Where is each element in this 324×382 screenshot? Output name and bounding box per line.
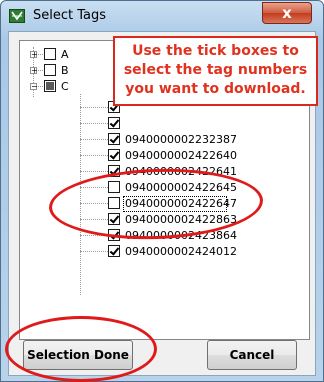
callout-line: Use the tick boxes to <box>132 43 299 59</box>
tag-row[interactable]: 0940000002422863 <box>108 212 298 227</box>
tag-row[interactable]: 0940000002232387 <box>108 132 298 147</box>
tag-app-icon <box>9 9 25 23</box>
tree-line <box>80 251 108 252</box>
tag-checkbox[interactable] <box>108 213 120 225</box>
tag-row[interactable]: 0940000002422641 <box>108 164 298 179</box>
tree-line <box>80 219 108 220</box>
tree-line <box>80 123 108 124</box>
tag-label: 0940000002422641 <box>125 165 237 178</box>
collapse-icon[interactable]: − <box>30 83 38 91</box>
tag-row[interactable]: 0940000002422647 <box>108 196 298 212</box>
cancel-button[interactable]: Cancel <box>207 340 297 370</box>
tree-line <box>80 155 108 156</box>
tag-row[interactable]: 0940000002422640 <box>108 148 298 163</box>
select-tags-window: Select Tags x + A + B − C 09400000022323… <box>0 0 324 382</box>
expand-icon[interactable]: + <box>30 67 38 75</box>
tag-label: 0940000002422863 <box>125 213 237 226</box>
tag-label: 0940000002422645 <box>125 181 237 194</box>
tree-line <box>80 171 108 172</box>
tag-checkbox[interactable] <box>108 197 120 209</box>
tag-checkbox[interactable] <box>108 133 120 145</box>
tag-label: 0940000002423864 <box>125 229 237 242</box>
tag-label: 0940000002422647 <box>125 197 237 210</box>
tag-checkbox[interactable] <box>108 181 120 193</box>
tag-checkbox[interactable] <box>108 229 120 241</box>
group-a-label: A <box>61 48 69 61</box>
group-b-label: B <box>61 64 69 77</box>
tag-label: 0940000002424012 <box>125 245 237 258</box>
expand-icon[interactable]: + <box>30 51 38 59</box>
group-c-label: C <box>61 80 69 93</box>
callout-line: select the tag numbers <box>123 62 308 78</box>
title-bar[interactable]: Select Tags x <box>1 1 323 31</box>
group-a-checkbox[interactable] <box>44 48 56 60</box>
window-title: Select Tags <box>33 8 107 23</box>
group-c-checkbox[interactable] <box>44 80 56 92</box>
close-icon: x <box>282 4 292 22</box>
tree-line <box>80 139 108 140</box>
tag-checkbox[interactable] <box>108 245 120 257</box>
tree-line <box>80 94 81 295</box>
tag-row[interactable]: 0940000002424012 <box>108 244 298 259</box>
selection-done-button[interactable]: Selection Done <box>23 340 133 370</box>
tag-row[interactable] <box>108 116 298 131</box>
tag-label: 0940000002232387 <box>125 133 237 146</box>
tree-line <box>80 187 108 188</box>
tag-row[interactable]: 0940000002423864 <box>108 228 298 243</box>
tree-line <box>80 203 108 204</box>
tag-checkbox[interactable] <box>108 117 120 129</box>
tag-label: 0940000002422640 <box>125 149 237 162</box>
tag-checkbox[interactable] <box>108 149 120 161</box>
instruction-callout: Use the tick boxes to select the tag num… <box>113 36 318 106</box>
group-b-checkbox[interactable] <box>44 64 56 76</box>
tag-checkbox[interactable] <box>108 165 120 177</box>
close-button[interactable]: x <box>262 2 312 24</box>
tree-line <box>80 235 108 236</box>
tag-row[interactable]: 0940000002422645 <box>108 180 298 195</box>
callout-line: you want to download. <box>125 81 306 97</box>
tree-line <box>80 107 108 108</box>
